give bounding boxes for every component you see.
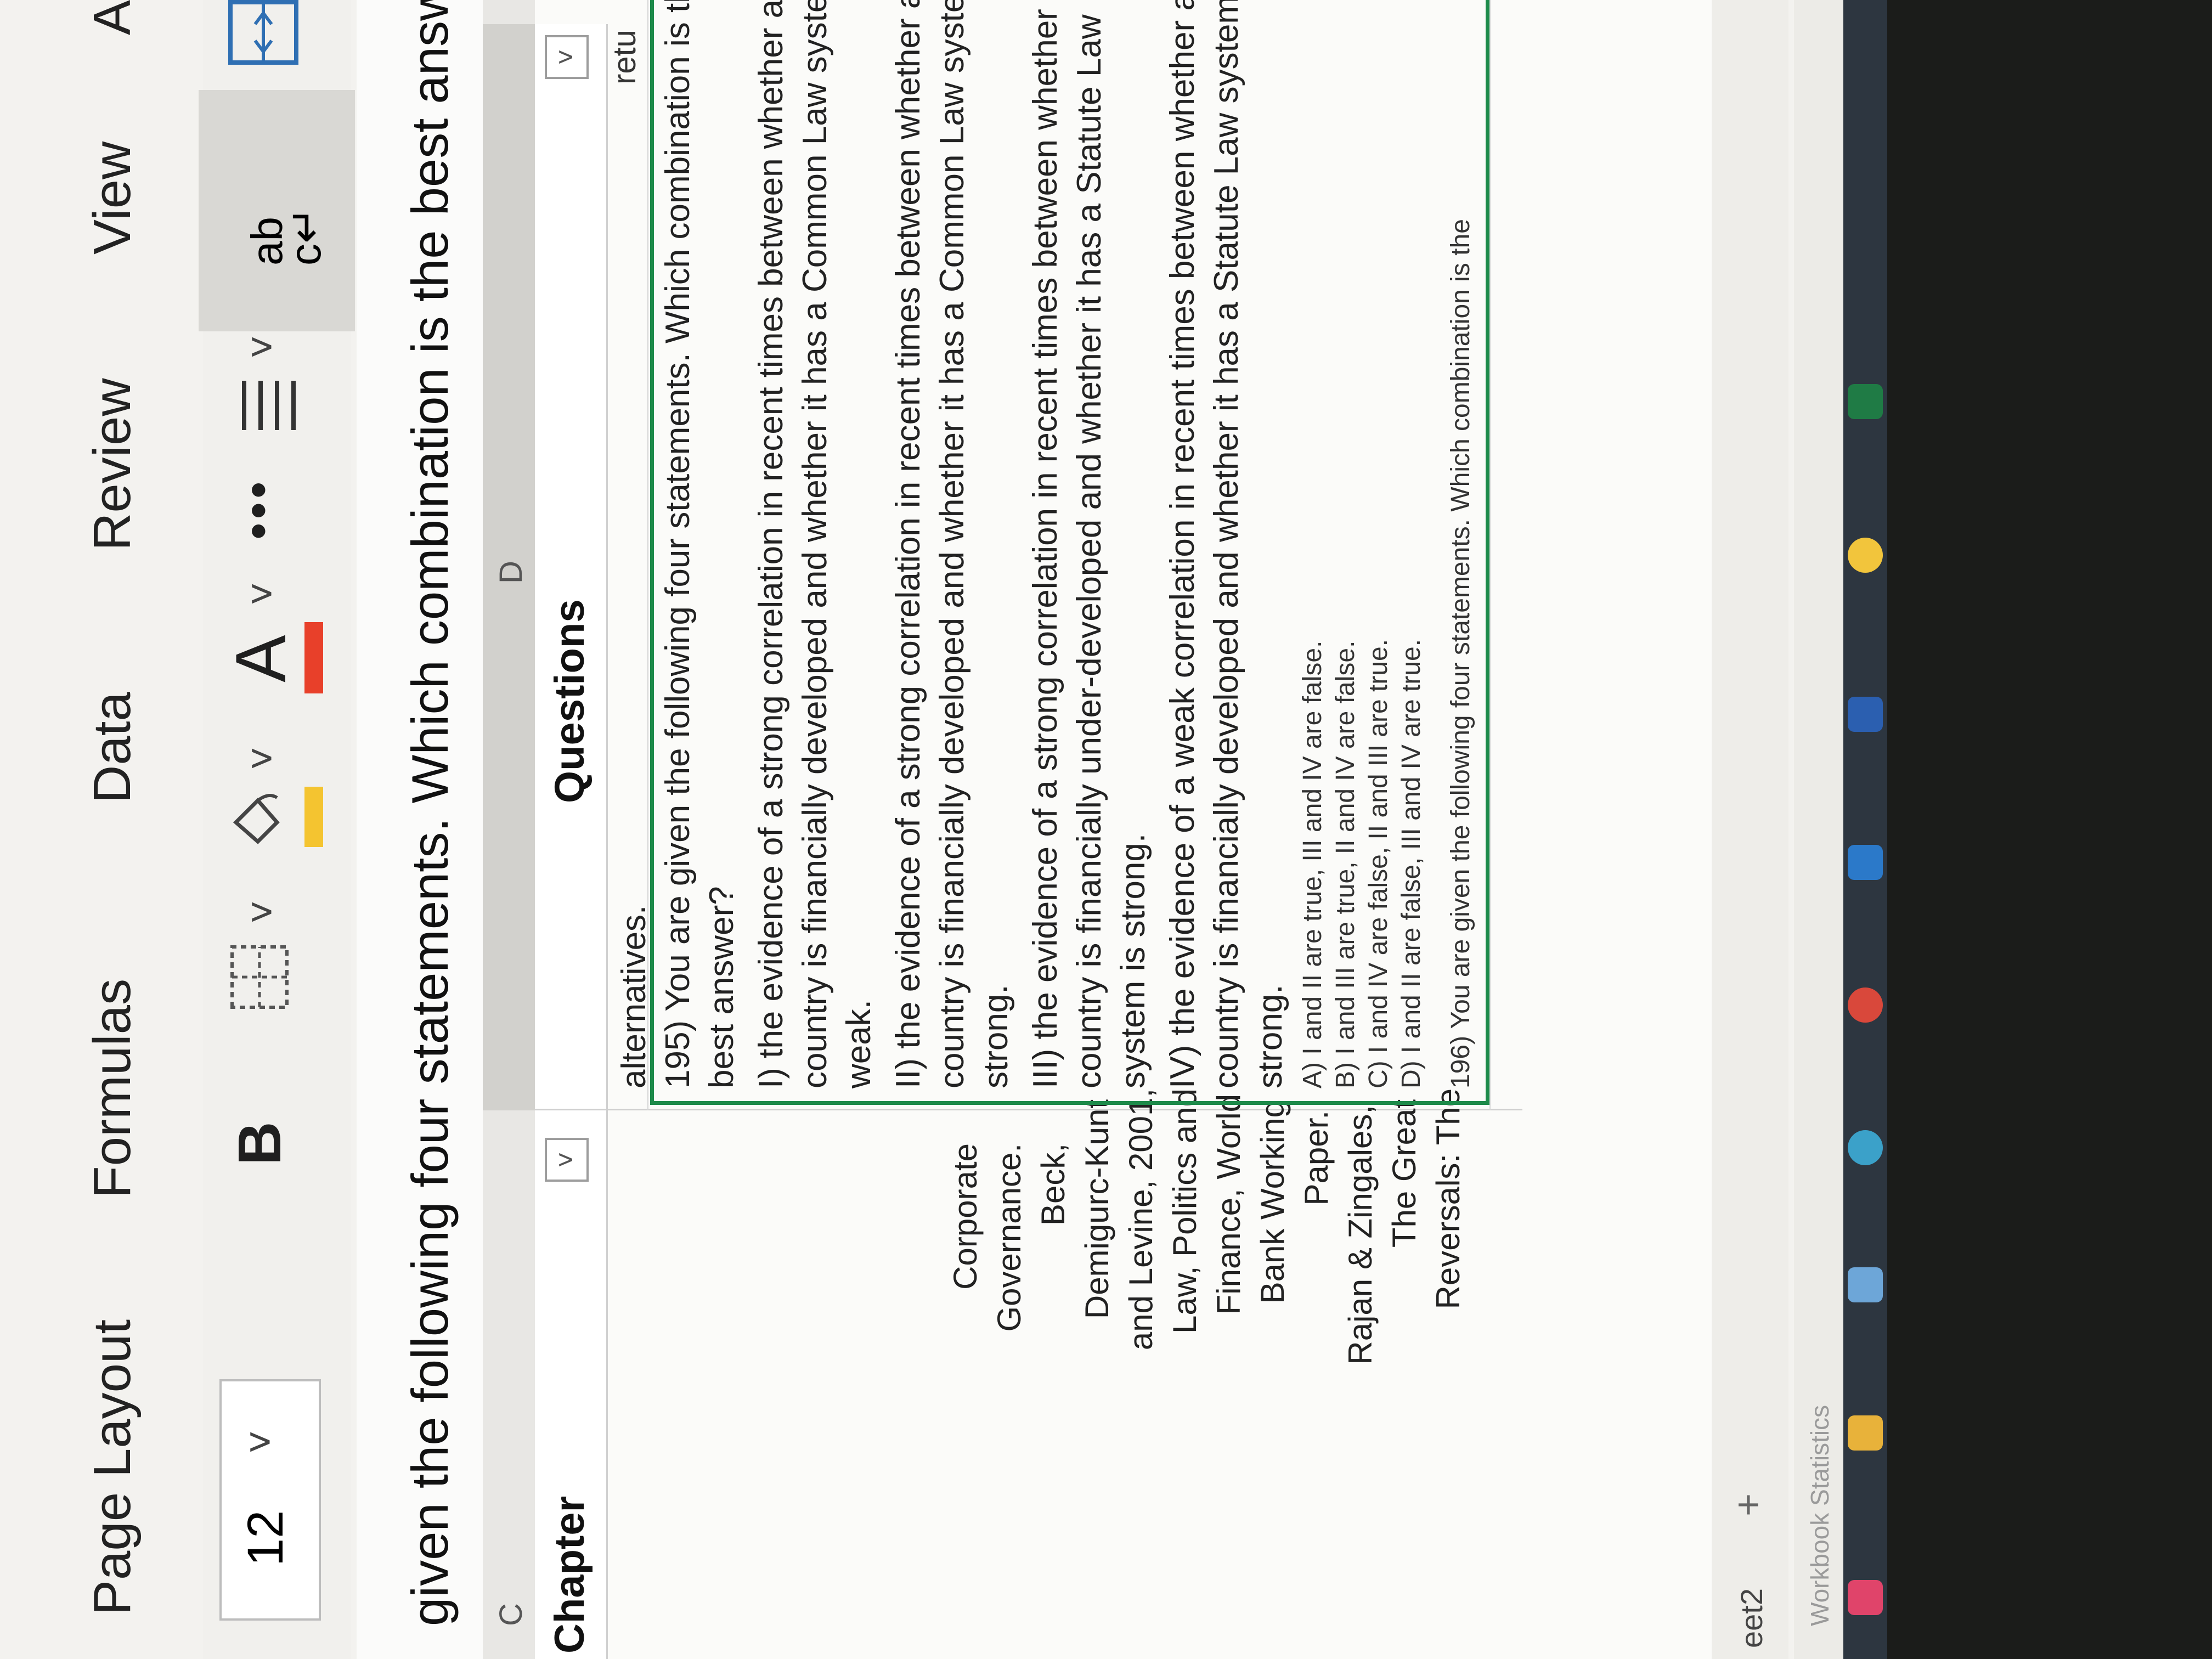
align-button[interactable] bbox=[230, 370, 304, 441]
tab-formulas[interactable]: Formulas bbox=[82, 979, 143, 1198]
borders-button[interactable] bbox=[228, 940, 296, 1012]
add-sheet-button[interactable]: + bbox=[1726, 1493, 1771, 1516]
answer-option-line: A) I and II are true, III and IV are fal… bbox=[1298, 640, 1327, 1088]
word-icon[interactable] bbox=[1848, 697, 1883, 732]
chapter-filter-button[interactable]: ˅ bbox=[545, 1138, 589, 1182]
chapter-line: The Great bbox=[1386, 1099, 1423, 1248]
question-line: country is financially under-developed a… bbox=[1070, 14, 1108, 1088]
chapter-line: Rajan & Zingales, bbox=[1342, 1105, 1379, 1365]
question-line: system is strong. bbox=[1114, 833, 1152, 1088]
chapter-header-cell[interactable]: Chapter ˅ bbox=[535, 1110, 608, 1659]
question-line: best answer? bbox=[703, 886, 741, 1088]
align-icon bbox=[242, 381, 296, 430]
workbook-statistics-button[interactable]: Workbook Statistics bbox=[1805, 1405, 1835, 1626]
question-line: III) the evidence of a strong correlatio… bbox=[1026, 0, 1064, 1088]
question-line: 195) You are given the following four st… bbox=[659, 0, 697, 1088]
excel-window: Page Layout Formulas Data Review View Au… bbox=[0, 0, 1887, 1659]
question-line: 196) You are given the following four st… bbox=[1446, 219, 1475, 1088]
app-icon[interactable] bbox=[1848, 1580, 1883, 1615]
home-toolbar: 12 ˅ B ˅ ˅ A ˅ ••• ˅ ab c↵ bbox=[199, 0, 355, 1659]
chevron-down-icon: ˅ bbox=[238, 1430, 283, 1454]
sheet-tab-bar: eet2 + bbox=[1712, 0, 1788, 1659]
tab-view[interactable]: View bbox=[82, 142, 143, 255]
fill-color-button[interactable] bbox=[225, 787, 294, 858]
font-color-chevron-icon[interactable]: ˅ bbox=[239, 582, 285, 606]
formula-bar[interactable]: given the following four statements. Whi… bbox=[357, 0, 488, 1659]
questions-cell[interactable]: alternatives. 195) You are given the fol… bbox=[606, 0, 1594, 1110]
fill-chevron-icon[interactable]: ˅ bbox=[239, 747, 285, 770]
chapter-line: Corporate bbox=[947, 1143, 984, 1290]
questions-header-cell[interactable]: Questions ˅ bbox=[535, 24, 608, 1110]
question-line: strong. bbox=[1251, 984, 1289, 1088]
align-chevron-icon[interactable]: ˅ bbox=[239, 335, 285, 359]
tab-page-layout[interactable]: Page Layout bbox=[82, 1319, 143, 1615]
font-size-value: 12 bbox=[238, 1510, 294, 1566]
column-headers: C D bbox=[483, 0, 535, 1659]
format-button[interactable] bbox=[225, 0, 304, 68]
highlight-color-swatch bbox=[304, 787, 323, 847]
chapter-header-text: Chapter bbox=[546, 1496, 593, 1654]
bold-button[interactable]: B bbox=[225, 1122, 295, 1165]
taskbar bbox=[1843, 0, 1887, 1659]
column-header-c[interactable]: C bbox=[483, 1110, 535, 1659]
question-line: II) the evidence of a strong correlation… bbox=[889, 0, 927, 1088]
answer-option-line: D) I and II are false, III and IV are tr… bbox=[1397, 639, 1426, 1088]
question-line: I) the evidence of a strong correlation … bbox=[752, 0, 790, 1088]
chapter-line: Law, Politics and bbox=[1166, 1088, 1203, 1334]
wrap-text-icon: ab c↵ bbox=[242, 206, 330, 266]
answer-option-line: B) I and III are true, II and IV are fal… bbox=[1331, 640, 1360, 1088]
questions-header-text: Questions bbox=[546, 599, 593, 803]
question-line: strong. bbox=[977, 984, 1015, 1088]
excel-icon[interactable] bbox=[1848, 384, 1883, 419]
chapter-line: Governance. bbox=[991, 1143, 1028, 1332]
chapter-line: Finance, World bbox=[1210, 1094, 1247, 1315]
font-color-swatch bbox=[304, 622, 323, 693]
more-options-button[interactable]: ••• bbox=[230, 478, 287, 540]
font-size-dropdown[interactable]: 12 ˅ bbox=[219, 1379, 321, 1621]
font-color-button[interactable]: A bbox=[219, 635, 302, 682]
column-header-d[interactable]: D bbox=[483, 24, 535, 1110]
question-line: IV) the evidence of a weak correlation i… bbox=[1164, 0, 1201, 1088]
chapter-line: Paper. bbox=[1298, 1110, 1335, 1206]
wrap-text-button[interactable]: ab c↵ bbox=[199, 90, 355, 331]
chapter-line: and Levine, 2001, bbox=[1122, 1088, 1159, 1351]
question-line: country is financially developed and whe… bbox=[1207, 0, 1245, 1088]
tab-data[interactable]: Data bbox=[82, 692, 143, 803]
row-divider bbox=[1489, 0, 1491, 1110]
borders-chevron-icon[interactable]: ˅ bbox=[239, 900, 285, 924]
column-label-c: C bbox=[493, 1603, 529, 1626]
ribbon-tabs: Page Layout Formulas Data Review View Au… bbox=[0, 0, 198, 1659]
question-line: country is financially developed and whe… bbox=[796, 0, 834, 1088]
borders-icon bbox=[230, 945, 289, 1009]
question-line: weak. bbox=[840, 1000, 878, 1088]
formula-content[interactable]: given the following four statements. Whi… bbox=[400, 0, 460, 1626]
column-label-d: D bbox=[493, 561, 529, 584]
sheet-tab-sheet2[interactable]: eet2 bbox=[1734, 1588, 1769, 1648]
chapter-line: Bank Working bbox=[1254, 1099, 1291, 1304]
tab-review[interactable]: Review bbox=[82, 378, 143, 551]
status-bar: Workbook Statistics bbox=[1794, 0, 1843, 1659]
tab-automate[interactable]: Autom bbox=[82, 0, 143, 35]
chapter-line: Demigurc-Kunt bbox=[1079, 1099, 1115, 1319]
worksheet-grid[interactable]: Chapter ˅ Questions ˅ retu Corporate Gov… bbox=[535, 0, 1742, 1659]
answer-option-line: C) I and IV are false, II and III are tr… bbox=[1364, 639, 1393, 1088]
edge-icon[interactable] bbox=[1848, 1130, 1883, 1165]
chrome-icon[interactable] bbox=[1848, 988, 1883, 1023]
question-line: alternatives. bbox=[615, 905, 653, 1088]
mail-icon[interactable] bbox=[1848, 1415, 1883, 1451]
chapter-line: Beck, bbox=[1035, 1143, 1071, 1226]
files-icon[interactable] bbox=[1848, 1267, 1883, 1302]
question-line: country is financially developed and whe… bbox=[933, 0, 971, 1088]
weather-icon[interactable] bbox=[1848, 538, 1883, 573]
chapter-cell[interactable]: Corporate Governance. Beck, Demigurc-Kun… bbox=[606, 1088, 1594, 1659]
autofit-icon bbox=[228, 0, 298, 65]
questions-filter-button[interactable]: ˅ bbox=[545, 35, 589, 79]
paint-bucket-icon bbox=[233, 794, 280, 844]
chapter-line: Reversals: The bbox=[1430, 1088, 1466, 1310]
todo-icon[interactable] bbox=[1848, 845, 1883, 880]
